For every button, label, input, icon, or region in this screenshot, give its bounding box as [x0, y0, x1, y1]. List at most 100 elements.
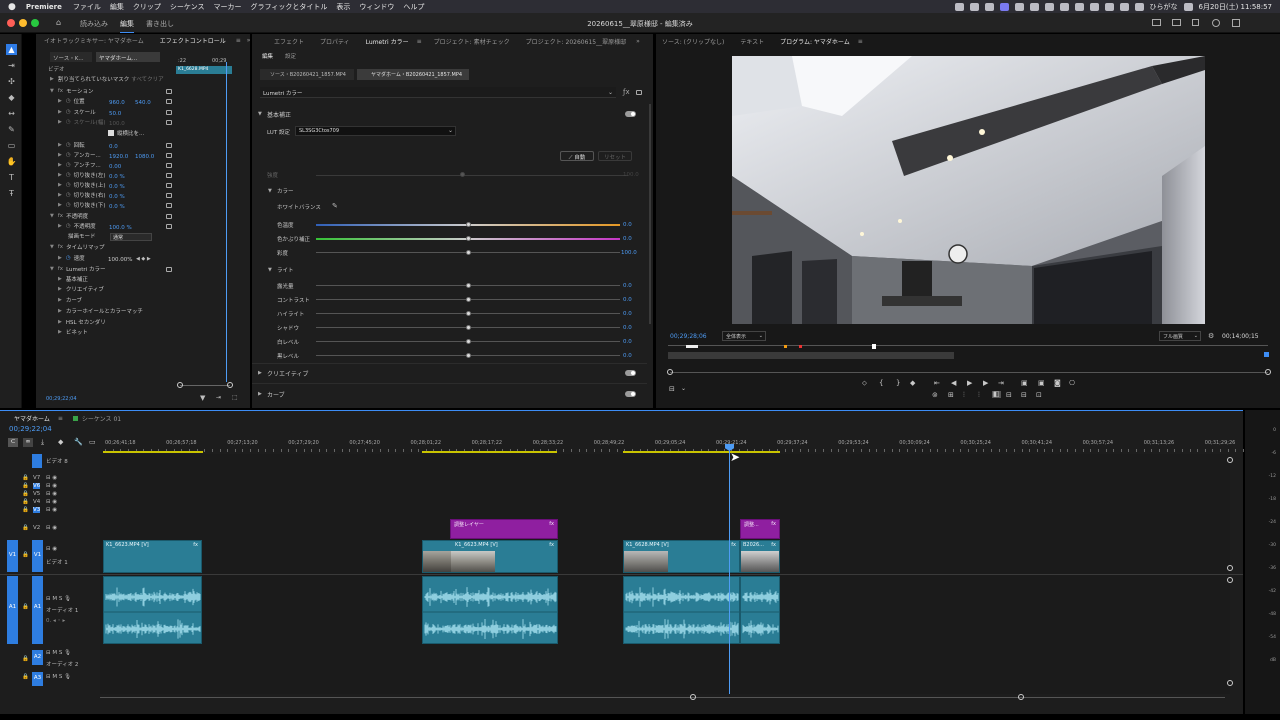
saturation-value[interactable]: 100.0	[621, 250, 637, 256]
lumetri-scrollbar[interactable]	[649, 104, 651, 324]
program-menu-icon[interactable]: ≡	[858, 38, 863, 45]
status-icon-5[interactable]	[1014, 2, 1024, 11]
ec-row-position[interactable]: ▶ ◷ 位置	[58, 96, 85, 106]
step-back-icon[interactable]: ◀	[951, 380, 956, 387]
tint-value[interactable]: 0.0	[623, 236, 632, 242]
sequence-close-icon[interactable]: ≡	[58, 415, 63, 422]
ec-row-opacity-group[interactable]: ▼ fx 不透明度	[50, 211, 88, 221]
selection-tool-icon[interactable]: ▲	[6, 44, 17, 55]
curves-expand-icon[interactable]: ▶	[258, 391, 262, 397]
tab-source[interactable]: ソース: (クリップなし)	[656, 37, 732, 46]
video-audio-divider[interactable]	[0, 574, 1243, 575]
reset-crop-top-icon[interactable]	[166, 183, 172, 188]
shadows-knob[interactable]	[466, 325, 471, 330]
hand-tool-icon[interactable]: ✋	[6, 156, 17, 167]
status-icon-1[interactable]	[954, 2, 964, 11]
notification-icon[interactable]	[1212, 19, 1220, 27]
source-clip-tab[interactable]: ソース・K...	[50, 52, 92, 62]
crop-bottom-value[interactable]: 0.0 %	[109, 204, 125, 210]
program-timecode[interactable]: 00;29;28;06	[670, 333, 707, 340]
basic-expand-icon[interactable]: ▼	[258, 111, 262, 117]
h-scroll-right-handle[interactable]	[1018, 694, 1024, 700]
program-zoom-right[interactable]	[1265, 369, 1271, 375]
program-settings-icon[interactable]: ⊟	[669, 386, 675, 393]
status-icon-3[interactable]	[984, 2, 994, 11]
app-menu[interactable]: Premiere	[26, 3, 62, 11]
tab-lumetri[interactable]: Lumetri カラー	[358, 37, 417, 46]
ec-zoom-handle-right[interactable]	[227, 382, 233, 388]
reset-crop-bottom-icon[interactable]	[166, 203, 172, 208]
ec-row-opacity[interactable]: ▶ ◷ 不透明度	[58, 221, 96, 231]
input-method[interactable]: ひらがな	[1150, 2, 1178, 12]
source-patch-a1[interactable]: A1	[7, 576, 18, 644]
highlights-value[interactable]: 0.0	[623, 311, 632, 317]
reset-motion-icon[interactable]	[166, 89, 172, 94]
search-icon[interactable]	[1134, 2, 1144, 11]
extract-icon[interactable]: ▣	[1038, 380, 1045, 387]
menu-sequence[interactable]: シーケンス	[170, 2, 205, 12]
keyframe-nav-icon[interactable]: ◀ ◆ ▶	[136, 256, 151, 262]
fx-toggle-icon[interactable]: ƒx	[623, 88, 630, 96]
shadows-value[interactable]: 0.0	[623, 325, 632, 331]
ec-zoom-scrollbar[interactable]	[180, 385, 230, 386]
toggle-proxies-icon[interactable]: ⊟	[1021, 392, 1027, 399]
ec-row-crop-left[interactable]: ▶ ◷ 切り抜き(左)	[58, 170, 105, 180]
reset-antiflicker-icon[interactable]	[166, 163, 172, 168]
section-curves[interactable]: カーブ	[267, 390, 285, 399]
track-v3-label[interactable]: V3	[33, 507, 41, 513]
status-icon-6[interactable]	[1029, 2, 1039, 11]
video-clip-1[interactable]: K1_6623.MP4 [V] fx	[103, 540, 202, 573]
apple-icon[interactable]: ●	[8, 2, 16, 12]
ec-row-time-remap[interactable]: ▼ fx タイムリマップ	[50, 242, 104, 252]
contrast-value[interactable]: 0.0	[623, 297, 632, 303]
timeline-playhead[interactable]	[729, 444, 730, 694]
status-icon-9[interactable]	[1074, 2, 1084, 11]
tint-knob[interactable]	[466, 236, 471, 241]
snap-icon[interactable]: ⊂	[8, 438, 18, 447]
ec-row-creative[interactable]: ▶ クリエイティブ	[58, 284, 104, 294]
quality-select[interactable]: フル画質 ⌄	[1159, 331, 1201, 341]
ec-row-lumetri[interactable]: ▼ fx Lumetri カラー	[50, 264, 105, 274]
ec-row-motion[interactable]: ▼ fx モーション	[50, 86, 93, 96]
exposure-knob[interactable]	[466, 283, 471, 288]
play-icon[interactable]: ▶	[967, 380, 972, 387]
program-mini-timeline[interactable]	[668, 345, 1268, 346]
creative-toggle[interactable]	[625, 370, 636, 376]
v-scroll-mid-handle[interactable]	[1227, 565, 1233, 571]
opacity-value[interactable]: 100.0 %	[109, 225, 132, 231]
status-icon-4[interactable]	[999, 2, 1009, 11]
filter-icon[interactable]: ▼	[200, 394, 205, 402]
ec-clip-bar[interactable]: K1_6628.MP4	[176, 66, 232, 74]
lift-icon[interactable]: ▣	[1021, 380, 1028, 387]
reset-scale-icon[interactable]	[166, 110, 172, 115]
h-scroll-left-handle[interactable]	[690, 694, 696, 700]
battery-icon[interactable]	[1104, 2, 1114, 11]
menu-window[interactable]: ウィンドウ	[359, 2, 394, 12]
panel-menu-icon[interactable]: ≡	[236, 37, 241, 44]
ec-row-color-wheels[interactable]: ▶ カラーホイールとカラーマッチ	[58, 306, 143, 316]
anchor-x-value[interactable]: 1920.0	[109, 154, 128, 160]
blacks-knob[interactable]	[466, 353, 471, 358]
timeline-settings-icon[interactable]: 🔧	[74, 438, 83, 446]
ripple-edit-tool-icon[interactable]: ✣	[6, 76, 17, 87]
program-zoom-scrollbar[interactable]	[670, 372, 1268, 373]
tab-project-main[interactable]: プロジェクト: 20260615__翠原様邸	[518, 37, 634, 46]
track-name-audio1[interactable]: オーディオ 1	[46, 606, 78, 614]
ec-row-uniform-scale[interactable]: 縦横比を...	[108, 128, 144, 138]
adjustment-layer-clip[interactable]: 調整レイヤー fx	[450, 519, 558, 539]
track-v2-label[interactable]: V2	[33, 525, 40, 531]
razor-tool-icon[interactable]: ◆	[6, 92, 17, 103]
audio-clip-1[interactable]	[103, 576, 202, 644]
step-forward-icon[interactable]: ▶	[983, 380, 988, 387]
whites-value[interactable]: 0.0	[623, 339, 632, 345]
ec-row-curves[interactable]: ▶ カーブ	[58, 295, 82, 305]
adjustment-layer-clip-2[interactable]: 調整... fx	[740, 519, 780, 539]
reset-position-icon[interactable]	[166, 99, 172, 104]
ec-zoom-handle-left[interactable]	[177, 382, 183, 388]
export-frame-camera-icon[interactable]: ◙	[1054, 380, 1061, 387]
tab-program[interactable]: プログラム: ヤマダホーム	[772, 37, 858, 46]
vr-icon[interactable]: ⊚	[932, 392, 938, 399]
slip-tool-icon[interactable]: ↔	[6, 108, 17, 119]
tab-effect-controls[interactable]: エフェクトコントロール	[152, 36, 234, 45]
reset-opacity-icon[interactable]	[166, 224, 172, 229]
